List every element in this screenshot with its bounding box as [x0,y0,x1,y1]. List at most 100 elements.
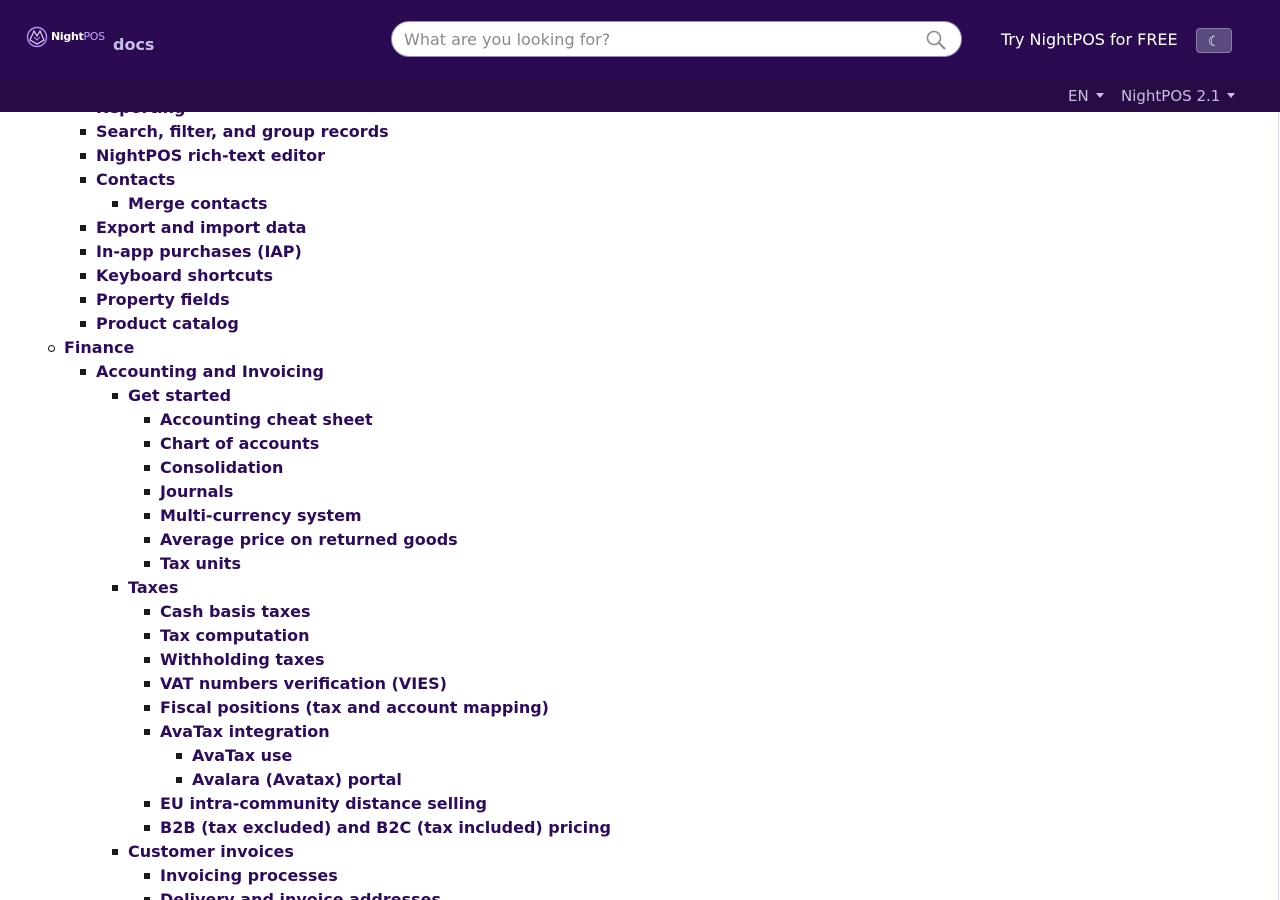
toc-item: Avalara (Avatax) portal [176,768,402,792]
try-free-link[interactable]: Try NightPOS for FREE [1001,31,1178,49]
chevron-down-icon [1095,93,1104,98]
toc-link[interactable]: Fiscal positions (tax and account mappin… [160,698,549,717]
square-bullet-icon [112,585,118,591]
toc-item: Journals [144,480,233,504]
version-value: NightPOS 2.1 [1121,87,1221,105]
search-icon[interactable] [925,29,947,51]
square-bullet-icon [144,489,150,495]
toc-link[interactable]: Merge contacts [128,194,268,213]
toc-link[interactable]: Accounting and Invoicing [96,362,324,381]
toc-link[interactable]: NightPOS rich-text editor [96,146,325,165]
toc-link[interactable]: VAT numbers verification (VIES) [160,674,447,693]
toc-item: Get started [112,384,231,408]
square-bullet-icon [144,465,150,471]
square-bullet-icon [144,441,150,447]
language-value: EN [1068,87,1089,105]
toc-link[interactable]: Invoicing processes [160,866,338,885]
language-dropdown[interactable]: EN [1068,87,1104,105]
square-bullet-icon [144,729,150,735]
toc-item: Chart of accounts [144,432,319,456]
theme-toggle-button[interactable]: ☾ [1196,28,1232,53]
toc-link[interactable]: Multi-currency system [160,506,362,525]
docs-label[interactable]: docs [113,35,154,55]
toc-item: Consolidation [144,456,283,480]
toc-item: Invoicing processes [144,864,338,888]
toc-link[interactable]: AvaTax integration [160,722,330,741]
toc-link[interactable]: AvaTax use [192,746,292,765]
content-divider [1278,112,1279,900]
square-bullet-icon [80,153,86,159]
toc-link[interactable]: Customer invoices [128,842,294,861]
toc-item: In-app purchases (IAP) [80,240,302,264]
version-dropdown[interactable]: NightPOS 2.1 [1121,87,1236,105]
square-bullet-icon [144,681,150,687]
toc-link[interactable]: Withholding taxes [160,650,325,669]
secondary-navbar: EN NightPOS 2.1 [0,80,1280,112]
square-bullet-icon [80,249,86,255]
toc-item: Average price on returned goods [144,528,458,552]
square-bullet-icon [80,225,86,231]
toc-link[interactable]: Consolidation [160,458,283,477]
toc-link[interactable]: Export and import data [96,218,306,237]
square-bullet-icon [112,201,118,207]
toc-item: Taxes [112,576,178,600]
square-bullet-icon [144,417,150,423]
top-navbar: NightPOS docs Try NightPOS for FREE ☾ [0,0,1280,80]
square-bullet-icon [112,393,118,399]
search-input[interactable] [404,22,904,56]
toc-item: Accounting and Invoicing [80,360,324,384]
square-bullet-icon [80,129,86,135]
docs-content: ReportingSearch, filter, and group recor… [0,96,1278,900]
toc-item: Product catalog [80,312,239,336]
toc-item: Customer invoices [112,840,294,864]
toc-link[interactable]: Chart of accounts [160,434,319,453]
toc-link[interactable]: Search, filter, and group records [96,122,389,141]
square-bullet-icon [80,297,86,303]
square-bullet-icon [80,321,86,327]
toc-item: Property fields [80,288,230,312]
toc-link[interactable]: In-app purchases (IAP) [96,242,302,261]
toc-item: Multi-currency system [144,504,362,528]
toc-link[interactable]: Avalara (Avatax) portal [192,770,402,789]
toc-item: Contacts [80,168,175,192]
square-bullet-icon [80,369,86,375]
square-bullet-icon [176,777,182,783]
square-bullet-icon [144,537,150,543]
logo-wordmark: NightPOS [51,29,105,43]
toc-link[interactable]: Keyboard shortcuts [96,266,273,285]
search-bar [391,21,962,57]
toc-link[interactable]: Average price on returned goods [160,530,458,549]
toc-item: AvaTax integration [144,720,330,744]
toc-link[interactable]: Finance [64,338,134,357]
toc-item: Fiscal positions (tax and account mappin… [144,696,549,720]
toc-link[interactable]: B2B (tax excluded) and B2C (tax included… [160,818,611,837]
toc-item: Tax computation [144,624,310,648]
square-bullet-icon [144,873,150,879]
chevron-down-icon [1227,93,1236,98]
toc-link[interactable]: Product catalog [96,314,239,333]
lion-logo-icon [26,26,48,48]
toc-link[interactable]: Get started [128,386,231,405]
toc-link[interactable]: Accounting cheat sheet [160,410,373,429]
square-bullet-icon [144,705,150,711]
toc-link[interactable]: Delivery and invoice addresses [160,890,441,900]
toc-link[interactable]: Contacts [96,170,175,189]
square-bullet-icon [144,633,150,639]
toc-link[interactable]: Tax units [160,554,241,573]
toc-link[interactable]: Taxes [128,578,178,597]
square-bullet-icon [112,849,118,855]
nightpos-logo[interactable]: NightPOS [26,25,105,49]
square-bullet-icon [144,609,150,615]
square-bullet-icon [144,657,150,663]
toc-link[interactable]: Journals [160,482,233,501]
toc-link[interactable]: Tax computation [160,626,310,645]
toc-item: Keyboard shortcuts [80,264,273,288]
square-bullet-icon [80,273,86,279]
toc-link[interactable]: Property fields [96,290,230,309]
toc-link[interactable]: Cash basis taxes [160,602,311,621]
toc-item: AvaTax use [176,744,292,768]
square-bullet-icon [176,753,182,759]
toc-item: EU intra-community distance selling [144,792,487,816]
toc-link[interactable]: EU intra-community distance selling [160,794,487,813]
toc-item: Export and import data [80,216,306,240]
